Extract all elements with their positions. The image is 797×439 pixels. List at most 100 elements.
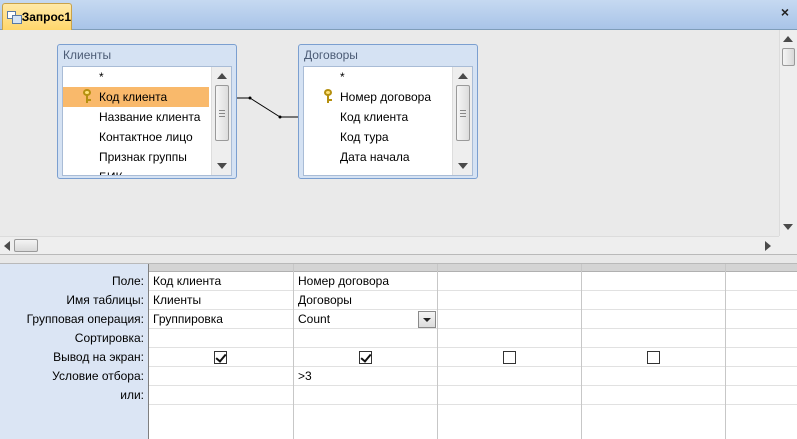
column-selector[interactable]	[294, 264, 437, 272]
grid-column-4	[582, 264, 726, 439]
grid-column-5	[726, 264, 797, 439]
field-item[interactable]: Дата начала	[304, 147, 472, 167]
column-selector[interactable]	[726, 264, 797, 272]
field-cell[interactable]: Номер договора	[294, 272, 437, 291]
grid-row-labels: Поле: Имя таблицы: Групповая операция: С…	[0, 264, 148, 405]
or-cell[interactable]	[149, 386, 293, 405]
table-clients-scrollbar[interactable]	[211, 67, 231, 175]
scroll-right-icon[interactable]	[765, 241, 771, 251]
total-cell[interactable]	[438, 310, 581, 329]
table-cell[interactable]	[438, 291, 581, 310]
field-cell[interactable]	[438, 272, 581, 291]
grid-column-1: Код клиента Клиенты Группировка	[149, 264, 294, 439]
show-checkbox[interactable]	[646, 351, 660, 364]
table-cell[interactable]: Договоры	[294, 291, 437, 310]
query-tab-label: Запрос1	[21, 10, 71, 24]
show-cell	[726, 348, 797, 367]
scroll-thumb[interactable]	[215, 85, 229, 141]
field-item[interactable]: Код клиента	[304, 107, 472, 127]
field-cell[interactable]: Код клиента	[149, 272, 293, 291]
query-icon	[7, 10, 22, 24]
scroll-down-icon[interactable]	[217, 163, 227, 169]
scroll-up-icon[interactable]	[783, 36, 793, 42]
show-cell	[294, 348, 437, 367]
field-item[interactable]: *	[63, 67, 231, 87]
total-cell[interactable]	[582, 310, 725, 329]
total-cell[interactable]: Count	[294, 310, 437, 329]
primary-key-icon	[324, 89, 333, 103]
field-item[interactable]: Признак группы	[63, 147, 231, 167]
criteria-cell[interactable]	[149, 367, 293, 386]
query-design-grid: Поле: Имя таблицы: Групповая операция: С…	[0, 264, 797, 439]
sort-cell[interactable]	[294, 329, 437, 348]
field-item-selected[interactable]: Код клиента	[63, 87, 209, 107]
table-clients-title: Клиенты	[63, 48, 112, 62]
row-label-field: Поле:	[111, 274, 144, 288]
pane-splitter[interactable]	[0, 254, 797, 264]
sort-cell[interactable]	[438, 329, 581, 348]
field-item[interactable]: *	[304, 67, 472, 87]
design-horizontal-scrollbar[interactable]	[0, 236, 779, 254]
grid-columns: Код клиента Клиенты Группировка Номер до…	[148, 264, 797, 439]
show-cell	[438, 348, 581, 367]
table-design-pane: Клиенты * Код клиента Название клиента К…	[0, 30, 797, 254]
criteria-cell[interactable]	[438, 367, 581, 386]
sort-cell[interactable]	[726, 329, 797, 348]
dropdown-arrow-icon[interactable]	[418, 311, 436, 328]
design-vertical-scrollbar[interactable]	[779, 30, 797, 236]
row-label-sort: Сортировка:	[74, 331, 144, 345]
total-value: Count	[298, 312, 331, 326]
primary-key-icon	[83, 89, 92, 103]
total-cell[interactable]: Группировка	[149, 310, 293, 329]
column-selector[interactable]	[149, 264, 293, 272]
column-selector[interactable]	[582, 264, 725, 272]
or-cell[interactable]	[582, 386, 725, 405]
row-label-or: или:	[120, 388, 144, 402]
sort-cell[interactable]	[582, 329, 725, 348]
scroll-down-icon[interactable]	[783, 224, 793, 230]
scroll-thumb[interactable]	[456, 85, 470, 141]
table-contracts-field-list: * Номер договора Код клиента Код тура Да…	[303, 66, 473, 176]
or-cell[interactable]	[726, 386, 797, 405]
scroll-up-icon[interactable]	[217, 73, 227, 79]
field-item[interactable]: Название клиента	[63, 107, 231, 127]
table-contracts-title: Договоры	[304, 48, 358, 62]
or-cell[interactable]	[294, 386, 437, 405]
show-checkbox[interactable]	[214, 351, 227, 364]
scroll-thumb[interactable]	[782, 48, 795, 66]
table-cell[interactable]: Клиенты	[149, 291, 293, 310]
scroll-left-icon[interactable]	[4, 241, 10, 251]
criteria-cell[interactable]: >3	[294, 367, 437, 386]
table-clients-field-list: * Код клиента Название клиента Контактно…	[62, 66, 232, 176]
field-item[interactable]: Контактное лицо	[63, 127, 231, 147]
column-selector[interactable]	[438, 264, 581, 272]
document-tab-bar: Запрос1 ×	[0, 0, 797, 30]
table-cell[interactable]	[726, 291, 797, 310]
table-contracts-scrollbar[interactable]	[452, 67, 472, 175]
scroll-thumb[interactable]	[14, 239, 38, 252]
query-tab[interactable]: Запрос1	[2, 3, 72, 30]
criteria-cell[interactable]	[582, 367, 725, 386]
scroll-down-icon[interactable]	[458, 163, 468, 169]
field-cell[interactable]	[582, 272, 725, 291]
field-item[interactable]: БИК	[63, 167, 231, 175]
field-item-key[interactable]: Номер договора	[304, 87, 472, 107]
total-cell[interactable]	[726, 310, 797, 329]
sort-cell[interactable]	[149, 329, 293, 348]
row-label-criteria: Условие отбора:	[52, 369, 144, 383]
field-cell[interactable]	[726, 272, 797, 291]
close-icon[interactable]: ×	[781, 4, 789, 20]
scrollbar-corner	[779, 236, 797, 254]
criteria-cell[interactable]	[726, 367, 797, 386]
scroll-up-icon[interactable]	[458, 73, 468, 79]
table-clients[interactable]: Клиенты * Код клиента Название клиента К…	[57, 44, 237, 179]
table-cell[interactable]	[582, 291, 725, 310]
show-checkbox[interactable]	[358, 351, 372, 364]
show-checkbox[interactable]	[502, 351, 516, 364]
or-cell[interactable]	[438, 386, 581, 405]
show-cell	[149, 348, 293, 367]
field-item[interactable]: Код тура	[304, 127, 472, 147]
field-label: Номер договора	[340, 90, 431, 104]
grid-column-2: Номер договора Договоры Count >3	[294, 264, 438, 439]
table-contracts[interactable]: Договоры * Номер договора Код клиента Ко…	[298, 44, 478, 179]
